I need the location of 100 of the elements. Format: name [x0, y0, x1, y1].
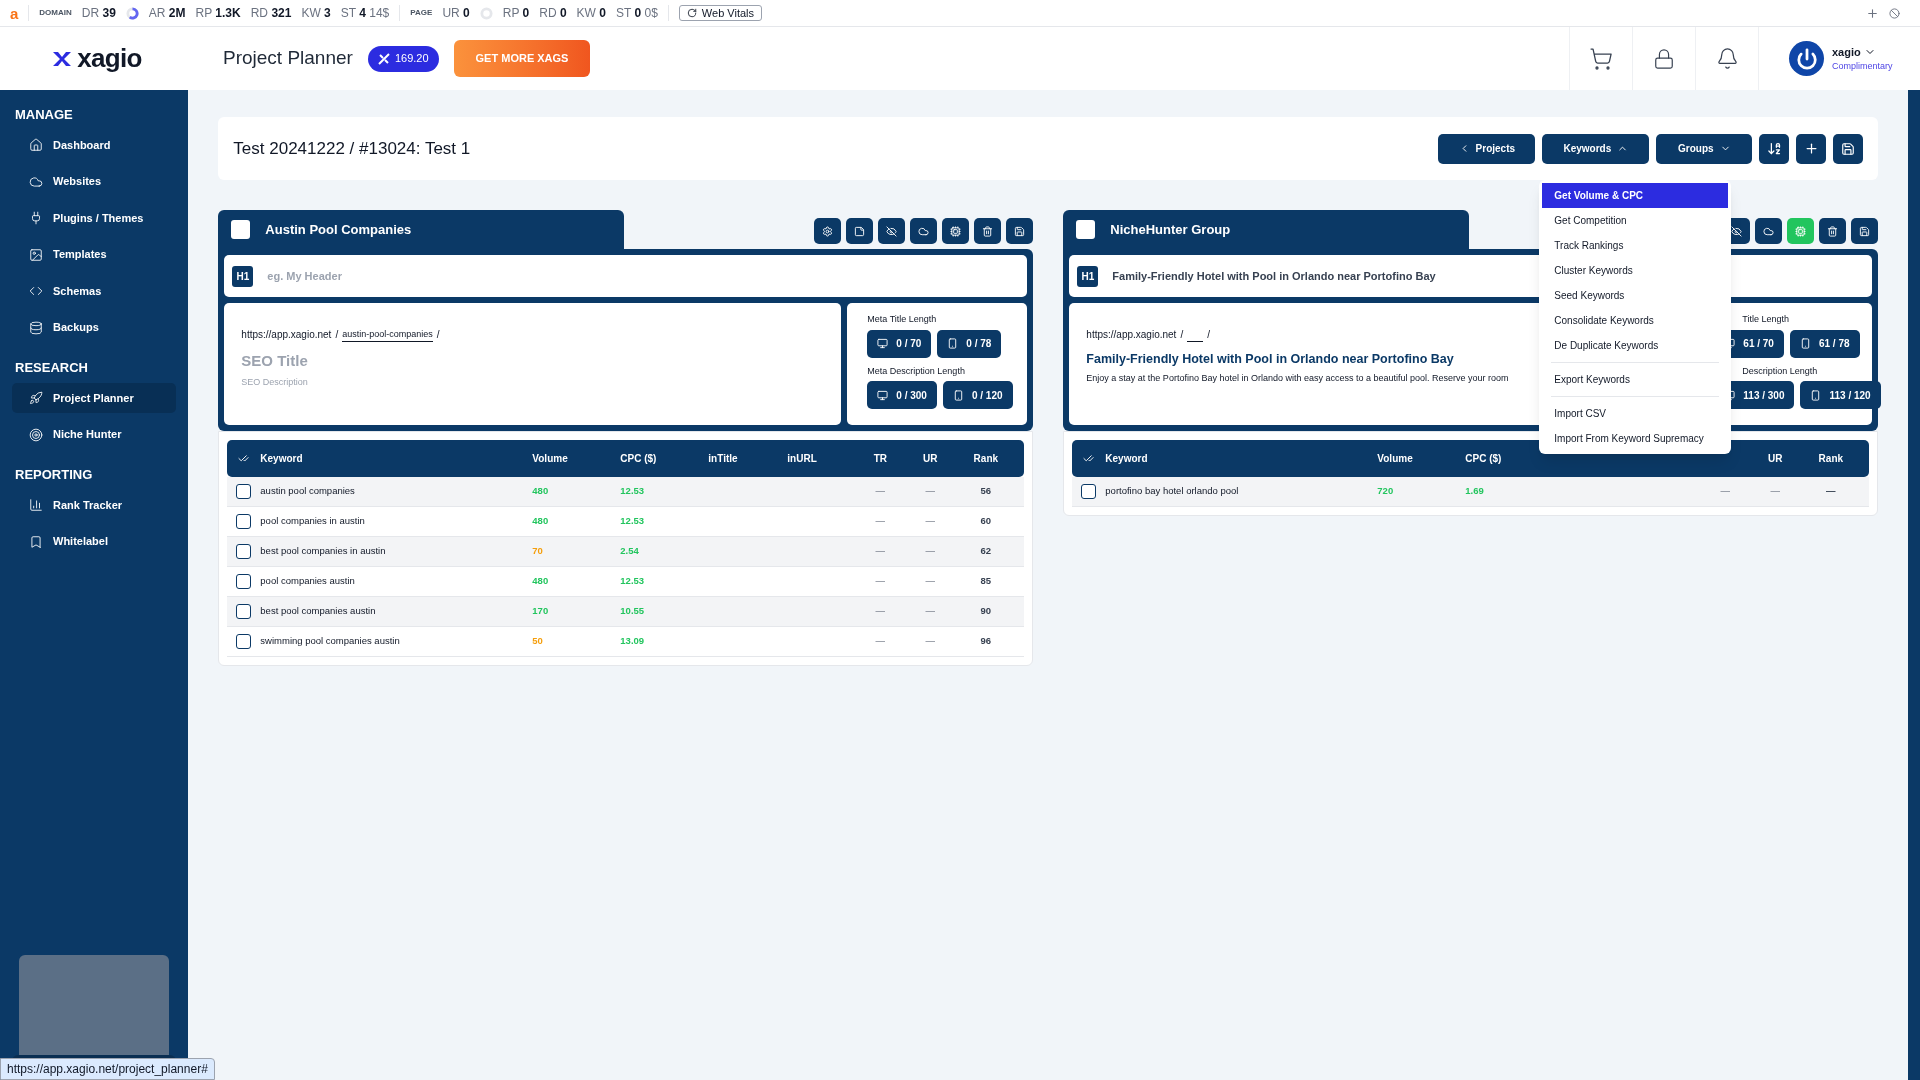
checkbox[interactable]	[1076, 220, 1096, 239]
logo-icon	[51, 49, 74, 68]
sidebar-item[interactable]: Rank Tracker	[12, 490, 177, 520]
user-name[interactable]: xagio	[1832, 43, 1893, 60]
block-icon[interactable]	[1889, 7, 1900, 19]
web-vitals-button[interactable]: Web Vitals	[678, 5, 762, 21]
toolbar-button[interactable]: Groups	[1656, 133, 1753, 164]
group-action-button[interactable]	[942, 218, 970, 244]
menu-item[interactable]: Track Rankings	[1542, 233, 1729, 258]
group-name[interactable]: Austin Pool Companies	[265, 219, 412, 240]
checkbox[interactable]	[236, 544, 252, 559]
group-action-button[interactable]	[846, 218, 874, 244]
scrollbar[interactable]	[1908, 90, 1920, 1080]
keyword-row[interactable]: austin pool companies 480 12.53 — — 56	[227, 477, 1025, 507]
sidebar-item[interactable]: Backups	[12, 312, 177, 343]
cart-icon[interactable]	[1589, 46, 1613, 71]
add-button[interactable]	[1796, 133, 1827, 164]
checkbox[interactable]	[236, 574, 252, 589]
length-button[interactable]: 0 / 120	[942, 381, 1013, 409]
sidebar-item[interactable]: Plugins / Themes	[12, 203, 177, 233]
metric: RD 321	[250, 5, 292, 22]
metric: DR 39	[81, 5, 116, 22]
metric: KW 0	[576, 5, 606, 22]
checkbox[interactable]	[236, 634, 252, 649]
plug-icon	[29, 211, 43, 225]
group-action-button[interactable]	[1755, 218, 1783, 244]
length-button[interactable]: 0 / 300	[867, 381, 937, 409]
column-header[interactable]: UR	[913, 451, 948, 466]
group-action-button[interactable]	[1006, 218, 1034, 244]
sidebar-item[interactable]: Websites	[12, 166, 177, 197]
metric: UR 0	[442, 5, 470, 22]
sidebar-item[interactable]: Templates	[12, 239, 177, 270]
column-header[interactable]: inURL	[787, 451, 848, 466]
column-header[interactable]: Rank	[947, 451, 1025, 466]
column-header[interactable]: Volume	[532, 451, 621, 466]
slug-field[interactable]: austin-pool-companies	[342, 327, 433, 342]
url-separator: /	[436, 328, 440, 342]
sidebar-item[interactable]: Dashboard	[12, 130, 177, 160]
sort-button[interactable]	[1759, 133, 1790, 164]
select-all-icon[interactable]	[1083, 453, 1095, 464]
h1-tag: H1	[232, 265, 254, 287]
user-plan: Complimentary	[1832, 60, 1893, 73]
keyword-row[interactable]: portofino bay hotel orlando pool 720 1.69 — — —	[1072, 477, 1870, 507]
h1-field[interactable]: H1 eg. My Header	[224, 255, 1028, 297]
group-name[interactable]: NicheHunter Group	[1110, 219, 1231, 240]
bell-icon[interactable]	[1715, 47, 1739, 70]
length-button[interactable]: 113 / 120	[1800, 381, 1881, 409]
meta-title-label: Title Length	[1742, 313, 1791, 326]
group-action-button[interactable]	[878, 218, 906, 244]
column-header[interactable]: Rank	[1792, 451, 1870, 466]
ur-cell-text: —	[924, 604, 937, 619]
length-button[interactable]: 61 / 78	[1789, 329, 1860, 358]
logo-text[interactable]: xagio	[77, 39, 142, 78]
column-header[interactable]: UR	[1758, 451, 1793, 466]
checkbox[interactable]	[236, 484, 252, 499]
length-button[interactable]: 0 / 70	[867, 329, 932, 358]
column-header[interactable]: Keyword	[260, 451, 533, 466]
column-header[interactable]: Volume	[1377, 451, 1466, 466]
group-action-button[interactable]	[814, 218, 842, 244]
lock-icon[interactable]	[1653, 47, 1675, 70]
ur-cell-text: —	[924, 514, 937, 529]
cloud-icon	[918, 225, 930, 237]
toolbar-button[interactable]: Projects	[1438, 133, 1536, 164]
keyword-cell-text: best pool companies in austin	[260, 544, 387, 559]
settings-icon	[822, 225, 834, 237]
cloud-icon	[1763, 225, 1775, 237]
sidebar-item[interactable]: Niche Hunter	[12, 419, 177, 450]
menu-item[interactable]: Get Competition	[1542, 208, 1729, 233]
group-action-button[interactable]	[1819, 218, 1847, 244]
length-button[interactable]: 0 / 78	[937, 329, 1002, 358]
checkbox[interactable]	[231, 220, 251, 239]
column-header[interactable]: TR	[847, 451, 914, 466]
user-avatar[interactable]	[1789, 41, 1824, 76]
plus-icon[interactable]	[1866, 6, 1879, 20]
menu-item[interactable]: Cluster Keywords	[1542, 258, 1729, 283]
checkbox[interactable]	[1081, 484, 1097, 499]
credits-badge[interactable]: 169.20	[367, 45, 439, 72]
checkbox[interactable]	[236, 604, 252, 619]
keyword-row[interactable]: best pool companies in austin 70 2.54 — — 62	[227, 537, 1025, 567]
group-action-button[interactable]	[910, 218, 938, 244]
checkbox[interactable]	[236, 514, 252, 529]
sidebar-item[interactable]: Project Planner	[12, 383, 177, 413]
group-action-button[interactable]	[1851, 218, 1879, 244]
column-header[interactable]: CPC ($)	[620, 451, 709, 466]
ur-cell-text: —	[924, 484, 937, 499]
menu-item[interactable]: Import From Keyword Supremacy	[1542, 426, 1729, 451]
select-all-icon[interactable]	[238, 453, 250, 464]
menu-item[interactable]: Get Volume & CPC	[1542, 183, 1729, 208]
column-header[interactable]: Keyword	[1105, 451, 1378, 466]
keyword-row[interactable]: best pool companies austin 170 10.55 — — 90	[227, 597, 1025, 627]
metric: AR 2M	[148, 5, 186, 22]
save-button[interactable]	[1833, 133, 1864, 164]
sidebar-item[interactable]: Schemas	[12, 276, 177, 306]
group-action-button[interactable]	[974, 218, 1002, 244]
sidebar-item[interactable]: Whitelabel	[12, 526, 177, 557]
seo-description-field[interactable]: Enjoy a stay at the Portofino Bay hotel in Orlando with easy access to a beautiful pool. Reserve your room	[1086, 371, 1532, 386]
volume-cell-text: 480	[532, 514, 550, 529]
column-header[interactable]: CPC ($)	[1465, 451, 1554, 466]
column-header[interactable]: inTitle	[708, 451, 788, 466]
toolbar-button[interactable]: Keywords	[1542, 133, 1650, 164]
